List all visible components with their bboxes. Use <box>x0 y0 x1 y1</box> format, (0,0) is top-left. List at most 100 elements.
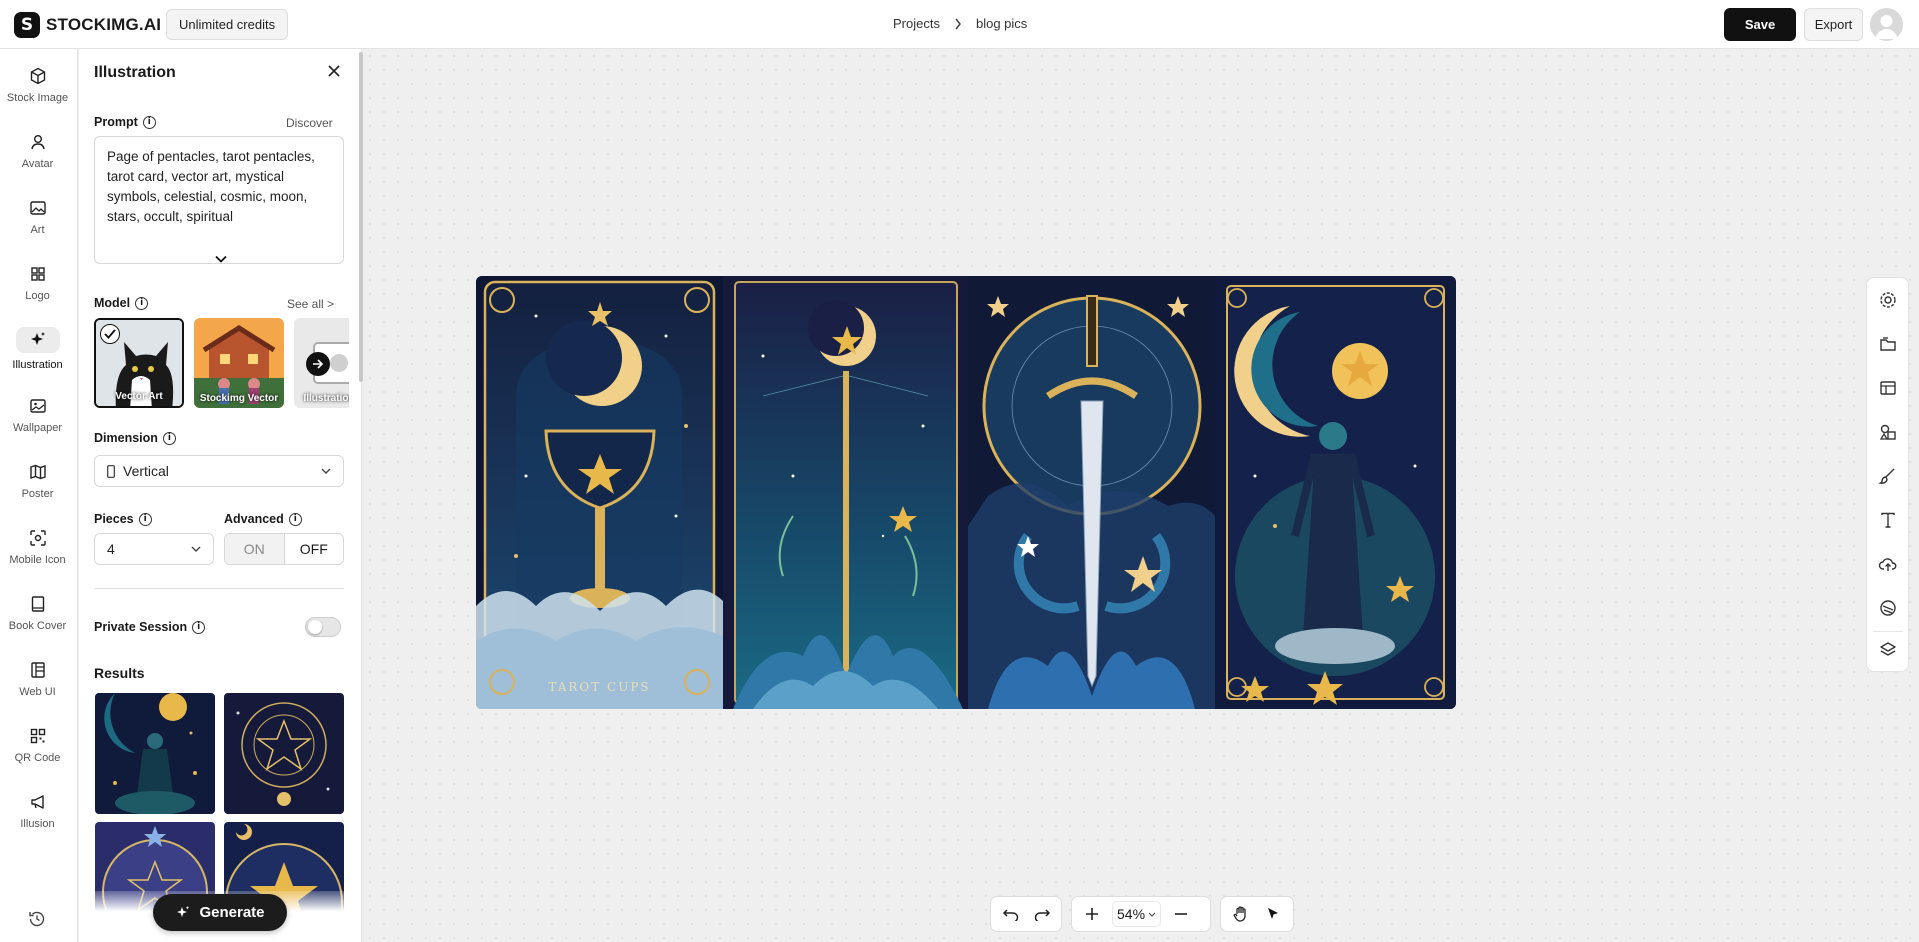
nav-poster[interactable]: Poster <box>6 451 69 509</box>
breadcrumb-current[interactable]: blog pics <box>976 16 1027 31</box>
breadcrumb: Projects blog pics <box>893 16 1027 31</box>
advanced-label-text: Advanced <box>224 512 284 526</box>
prompt-input[interactable]: Page of pentacles, tarot pentacles, taro… <box>94 136 344 264</box>
undo-icon[interactable] <box>997 900 1024 928</box>
tarot-card-cups[interactable]: TAROT CUPS <box>476 276 723 709</box>
nav-mobile-icon[interactable]: Mobile Icon <box>6 517 69 575</box>
nav-stock-image[interactable]: Stock Image <box>6 55 69 113</box>
generate-button[interactable]: Generate <box>153 894 287 931</box>
pointer-icon[interactable] <box>1259 900 1287 928</box>
nav-label: Stock Image <box>6 92 69 104</box>
settings-icon[interactable] <box>1878 290 1898 310</box>
nav-book-cover[interactable]: Book Cover <box>6 583 69 641</box>
nav-label: Mobile Icon <box>9 554 66 566</box>
info-icon[interactable]: i <box>162 431 176 445</box>
template-icon[interactable] <box>1878 378 1898 398</box>
result-thumbnail[interactable] <box>95 693 215 814</box>
tarot-card-sword[interactable] <box>968 276 1215 709</box>
cube-icon <box>28 66 48 86</box>
zoom-in-icon[interactable] <box>1078 900 1106 928</box>
nav-wallpaper[interactable]: Wallpaper <box>6 385 69 443</box>
see-all-link[interactable]: See all > <box>287 297 334 311</box>
text-icon[interactable] <box>1878 510 1898 530</box>
zoom-controls: 54% <box>1071 896 1211 932</box>
info-icon[interactable]: i <box>192 620 206 634</box>
pieces-value: 4 <box>107 541 115 557</box>
layers-icon[interactable] <box>1878 640 1898 660</box>
shapes-icon[interactable] <box>1878 422 1898 442</box>
credits-badge[interactable]: Unlimited credits <box>166 9 289 40</box>
nav-illusion[interactable]: Illusion <box>6 781 69 839</box>
nav-label: Illusion <box>20 818 55 830</box>
private-session-label: Private Session i <box>94 620 206 634</box>
nav-label: Avatar <box>21 158 54 170</box>
history-icon[interactable] <box>27 909 47 929</box>
sticker-icon[interactable] <box>1878 598 1898 618</box>
person-icon <box>28 132 48 152</box>
left-nav: Stock Image Avatar Art Logo Illustration… <box>0 49 78 942</box>
model-name: Stockimg Vector <box>199 393 279 404</box>
dimension-label-text: Dimension <box>94 431 158 445</box>
generate-label: Generate <box>199 904 265 921</box>
avatar[interactable] <box>1870 8 1903 41</box>
zoom-out-icon[interactable] <box>1167 900 1195 928</box>
picture-icon <box>28 396 48 416</box>
right-toolbar <box>1866 277 1909 672</box>
save-button[interactable]: Save <box>1724 8 1796 41</box>
advanced-on-option[interactable]: ON <box>225 534 285 564</box>
nav-illustration[interactable]: Illustration <box>6 319 69 377</box>
artboard[interactable]: TAROT CUPS <box>476 276 1456 709</box>
megaphone-icon <box>28 792 48 812</box>
nav-label: Web UI <box>19 686 56 698</box>
advanced-off-option[interactable]: OFF <box>285 534 344 564</box>
prompt-label-text: Prompt <box>94 115 138 129</box>
logo[interactable]: S STOCKIMG.AI <box>14 12 161 38</box>
chevron-down-icon <box>1148 912 1156 917</box>
model-card-stockimg-vector[interactable]: Stockimg Vector <box>194 318 284 408</box>
hand-icon[interactable] <box>1227 900 1255 928</box>
model-card-vector-art[interactable]: Vector Art <box>94 318 184 408</box>
chevron-down-icon <box>321 468 331 474</box>
prompt-label: Prompt i <box>94 115 156 129</box>
toolbar-divider <box>1873 631 1903 632</box>
pieces-select[interactable]: 4 <box>94 533 214 565</box>
redo-icon[interactable] <box>1028 900 1055 928</box>
sparkle-icon <box>175 905 191 921</box>
info-icon[interactable]: i <box>135 296 149 310</box>
nav-avatar[interactable]: Avatar <box>6 121 69 179</box>
nav-qr-code[interactable]: QR Code <box>6 715 69 773</box>
discover-link[interactable]: Discover <box>286 116 333 130</box>
zoom-select[interactable]: 54% <box>1112 901 1162 927</box>
private-session-switch[interactable] <box>305 617 341 637</box>
info-icon[interactable]: i <box>142 115 156 129</box>
brush-icon[interactable] <box>1878 466 1898 486</box>
cursor-mode-controls <box>1220 896 1294 932</box>
grid-icon <box>28 264 48 284</box>
nav-label: Illustration <box>12 359 63 371</box>
upload-cloud-icon[interactable] <box>1878 554 1898 574</box>
close-icon[interactable] <box>328 65 340 77</box>
dimension-select[interactable]: Vertical <box>94 455 344 487</box>
tarot-card-wand[interactable] <box>723 276 968 709</box>
info-icon[interactable]: i <box>288 512 302 526</box>
canvas[interactable]: TAROT CUPS <box>363 49 1919 942</box>
nav-web-ui[interactable]: Web UI <box>6 649 69 707</box>
tarot-card-woman[interactable] <box>1215 276 1456 709</box>
export-button[interactable]: Export <box>1804 8 1863 41</box>
generate-area: Generate <box>79 891 361 942</box>
nav-label: Art <box>30 224 45 236</box>
nav-label: QR Code <box>14 752 61 764</box>
breadcrumb-projects[interactable]: Projects <box>893 16 940 31</box>
nav-art[interactable]: Art <box>6 187 69 245</box>
phone-icon <box>107 464 115 478</box>
arrow-right-icon[interactable] <box>306 352 330 376</box>
nav-logo[interactable]: Logo <box>6 253 69 311</box>
chevron-down-icon[interactable] <box>215 255 227 263</box>
settings-panel: Illustration Prompt i Discover Page of p… <box>79 49 362 942</box>
info-icon[interactable]: i <box>138 512 152 526</box>
folder-icon[interactable] <box>1878 334 1898 354</box>
nav-label: Book Cover <box>8 620 67 632</box>
result-thumbnail[interactable] <box>224 693 344 814</box>
dimension-label: Dimension i <box>94 431 176 445</box>
pieces-label: Pieces i <box>94 512 152 526</box>
